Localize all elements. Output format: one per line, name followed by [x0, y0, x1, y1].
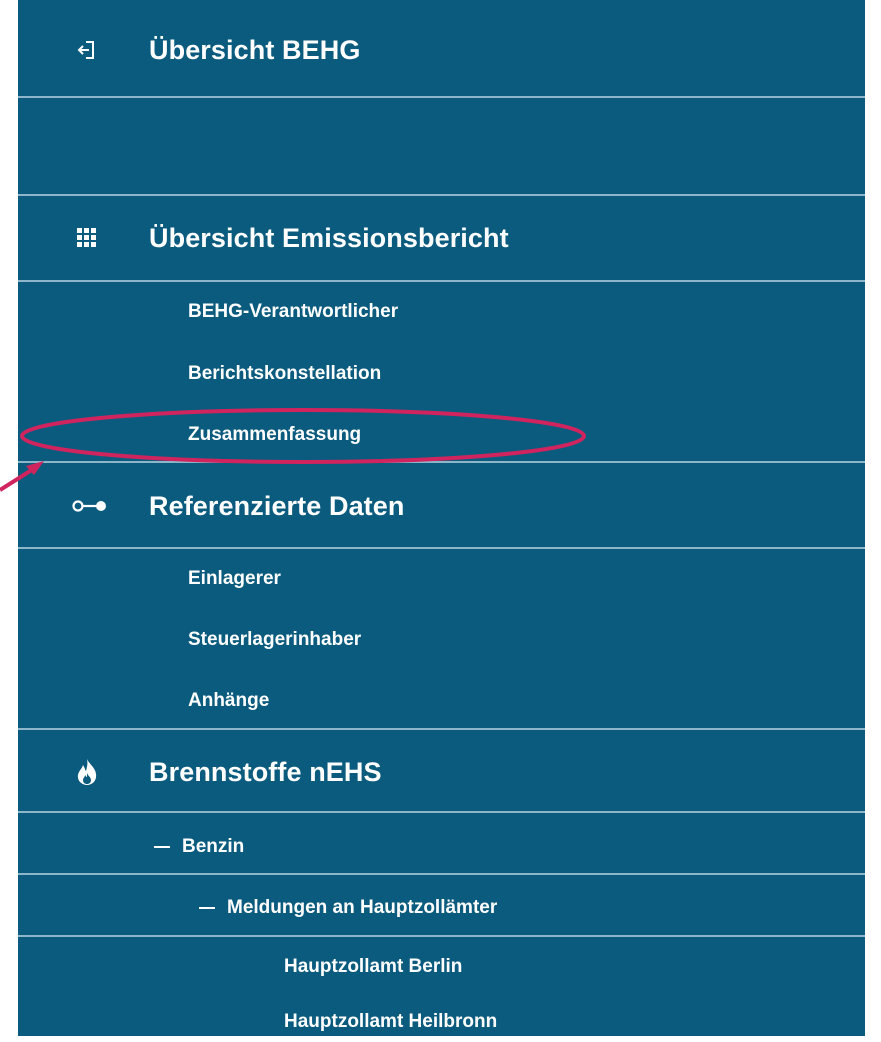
nav-item-behg-verantwortlicher[interactable]: BEHG-Verantwortlicher: [18, 292, 865, 332]
nav-overview-behg-label: Übersicht BEHG: [149, 34, 361, 65]
nav-overview-behg[interactable]: Übersicht BEHG: [18, 20, 865, 80]
link-icon: [70, 493, 110, 519]
divider: [18, 873, 865, 875]
nav-item-hza-berlin[interactable]: Hauptzollamt Berlin: [18, 947, 865, 987]
nav-item-label: Anhänge: [188, 690, 270, 711]
nav-item-label: Steuerlagerinhaber: [188, 629, 362, 650]
nav-referenced-data[interactable]: Referenzierte Daten: [18, 474, 865, 538]
nav-item-hza-heilbronn[interactable]: Hauptzollamt Heilbronn: [18, 1002, 865, 1042]
nav-item-einlagerer[interactable]: Einlagerer: [18, 559, 865, 599]
nav-referenced-data-label: Referenzierte Daten: [149, 490, 405, 521]
nav-overview-report[interactable]: Übersicht Emissionsbericht: [18, 206, 865, 270]
nav-item-label: Benzin: [182, 836, 245, 857]
divider: [18, 728, 865, 730]
collapse-icon[interactable]: [154, 846, 170, 848]
divider: [18, 811, 865, 813]
divider: [18, 935, 865, 937]
flame-icon: [74, 759, 100, 785]
nav-item-benzin[interactable]: Benzin: [18, 827, 865, 867]
grid-icon: [74, 225, 100, 251]
nav-item-label: Meldungen an Hauptzollämter: [227, 897, 498, 918]
divider: [18, 280, 865, 282]
nav-item-label: Zusammenfassung: [188, 424, 362, 445]
nav-item-anhaenge[interactable]: Anhänge: [18, 681, 865, 721]
nav-item-label: Hauptzollamt Berlin: [284, 956, 463, 977]
sidebar-nav: Übersicht BEHG Übersicht Emissionsberich…: [18, 0, 865, 1036]
nav-item-berichtskonstellation[interactable]: Berichtskonstellation: [18, 354, 865, 394]
nav-empty-row: [18, 98, 865, 194]
nav-fuels-label: Brennstoffe nEHS: [149, 756, 382, 787]
nav-overview-report-label: Übersicht Emissionsbericht: [149, 222, 509, 253]
divider: [18, 547, 865, 549]
collapse-icon[interactable]: [199, 907, 215, 909]
nav-fuels[interactable]: Brennstoffe nEHS: [18, 740, 865, 804]
divider: [18, 194, 865, 196]
exit-icon: [74, 37, 100, 63]
nav-item-steuerlagerinhaber[interactable]: Steuerlagerinhaber: [18, 620, 865, 660]
divider: [18, 461, 865, 463]
nav-item-label: Berichtskonstellation: [188, 363, 382, 384]
nav-item-zusammenfassung[interactable]: Zusammenfassung: [18, 415, 865, 455]
nav-item-label: Hauptzollamt Heilbronn: [284, 1011, 498, 1032]
nav-item-meldungen[interactable]: Meldungen an Hauptzollämter: [18, 888, 865, 928]
nav-item-label: BEHG-Verantwortlicher: [188, 301, 399, 322]
nav-item-label: Einlagerer: [188, 568, 281, 589]
